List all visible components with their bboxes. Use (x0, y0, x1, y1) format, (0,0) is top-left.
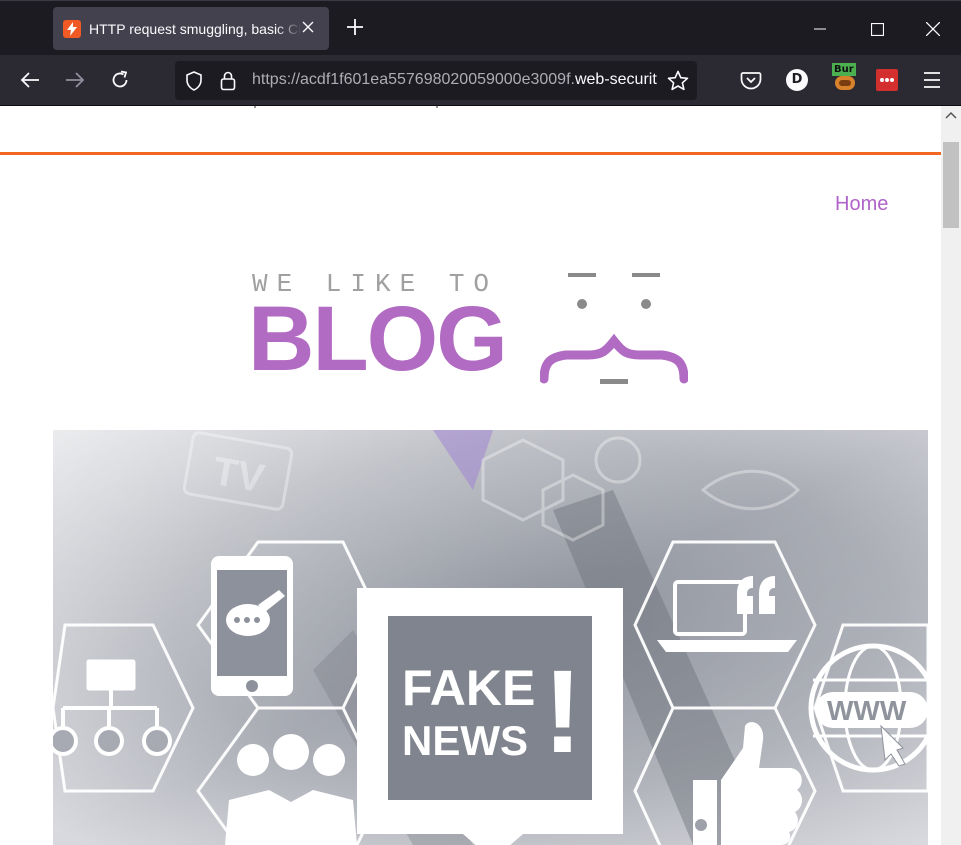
tab-title: HTTP request smuggling, basic CL.TE vuln… (89, 20, 301, 37)
lock-icon[interactable] (220, 70, 236, 91)
arrow-left-icon (20, 72, 39, 88)
tab-close-icon[interactable] (299, 19, 317, 37)
browser-window: HTTP request smuggling, basic CL.TE vuln… (0, 0, 961, 845)
pocket-icon[interactable] (740, 69, 762, 91)
reload-button[interactable] (106, 66, 134, 94)
url-text[interactable]: https://acdf1f601ea557698020059000e3009f… (252, 71, 657, 89)
extension-badge: Bur (832, 63, 856, 76)
close-window-button[interactable] (919, 15, 947, 43)
hero-news-text: NEWS (402, 717, 528, 764)
burp-extension-icon[interactable]: Bur (832, 63, 856, 91)
page-scrollbar[interactable] (941, 106, 961, 845)
forward-button[interactable] (61, 66, 89, 94)
url-host: web-security-academy.net (574, 71, 657, 88)
site-logo[interactable]: WE LIKE TO BLOG (248, 269, 698, 389)
fake-news-sign: FAKE NEWS ! (357, 588, 623, 845)
new-tab-button[interactable] (343, 16, 367, 40)
reload-icon (112, 70, 128, 88)
hero-www-text: WWW (827, 695, 907, 726)
hero-image: TV FAKE NEWS ! WWW (53, 430, 928, 845)
minimize-button[interactable] (806, 15, 834, 43)
phone-chat-icon (211, 556, 293, 696)
tab-active[interactable]: HTTP request smuggling, basic CL.TE vuln… (53, 7, 329, 50)
star-icon[interactable] (667, 70, 689, 91)
tab-strip: HTTP request smuggling, basic CL.TE vuln… (0, 0, 961, 55)
hero-tv-text: TV (210, 449, 268, 501)
url-prefix: https://acdf1f601ea557698020059000e3009f… (252, 71, 575, 88)
arrow-right-icon (66, 72, 85, 88)
scrolled-content-remnant (254, 106, 438, 108)
lightning-bolt-icon (63, 19, 81, 38)
header-divider (0, 152, 941, 155)
logo-face-icon (540, 273, 688, 384)
maximize-button[interactable] (863, 15, 891, 43)
scroll-up-icon[interactable] (945, 110, 957, 122)
url-bar[interactable]: https://acdf1f601ea557698020059000e3009f… (175, 61, 697, 100)
account-avatar[interactable]: D (786, 69, 808, 91)
hamburger-icon[interactable] (922, 71, 942, 89)
nav-home-link[interactable]: Home (835, 193, 888, 216)
logo-wordmark: BLOG (248, 288, 508, 390)
hero-bang-text: ! (543, 646, 582, 778)
back-button[interactable] (16, 66, 44, 94)
scroll-thumb[interactable] (943, 142, 959, 228)
page-viewport: Home WE LIKE TO BLOG TV FAKE NEWS ! WWW (0, 106, 941, 845)
navigation-toolbar: https://acdf1f601ea557698020059000e3009f… (0, 55, 961, 106)
password-manager-icon[interactable] (876, 69, 898, 91)
hero-fake-text: FAKE (402, 660, 535, 716)
shield-icon[interactable] (185, 71, 203, 91)
